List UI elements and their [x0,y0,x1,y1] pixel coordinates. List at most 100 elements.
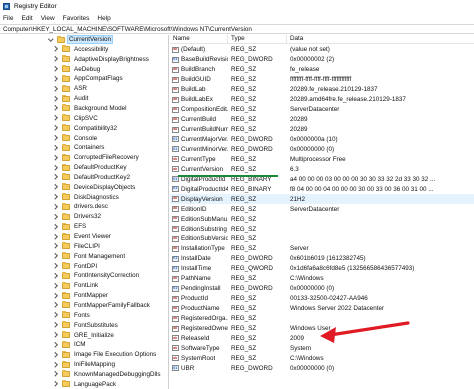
chevron-right-icon[interactable] [53,116,58,121]
tree-item[interactable]: FontMapperFamilyFallback [0,301,168,311]
value-row[interactable]: ab CompositionEdit... REG_SZ ServerDatacent… [170,105,474,115]
value-row[interactable]: ab BuildBranch REG_SZ fe_release [170,65,474,75]
tree-item[interactable]: Event Viewer [0,232,168,242]
chevron-right-icon[interactable] [53,214,58,219]
menu-favorites[interactable]: Favorites [63,15,90,22]
chevron-right-icon[interactable] [53,67,58,72]
value-row[interactable]: 01 DigitalProductId4 REG_BINARY f8 04 00 00… [170,184,474,194]
value-row[interactable]: ab BuildGUID REG_SZ ffffffff-ffff-ffff-ffff… [170,75,474,85]
value-row[interactable]: ab SystemRoot REG_SZ C:\Windows [170,353,474,363]
chevron-right-icon[interactable] [53,165,58,170]
tree-item[interactable]: ClipSVC [0,114,168,124]
tree-item[interactable]: Drivers32 [0,212,168,222]
value-row[interactable]: ab EditionID REG_SZ ServerDatacenter [170,204,474,214]
value-row[interactable]: ab CurrentType REG_SZ Multiprocessor Free [170,154,474,164]
value-row[interactable]: 01 CurrentMinorVer... REG_DWORD 0x00000000 … [170,145,474,155]
tree-item[interactable]: FileCLIPI [0,242,168,252]
tree-item[interactable]: AdaptiveDisplayBrightness [0,54,168,64]
tree-item[interactable]: ICM [0,340,168,350]
value-row[interactable]: ab RegisteredOrga... REG_SZ [170,314,474,324]
value-row[interactable]: ab ProductId REG_SZ 00133-32500-02427-AA946 [170,294,474,304]
tree-item[interactable]: AeDebug [0,64,168,74]
tree-item[interactable]: Audit [0,94,168,104]
tree-item[interactable]: FontSubstitutes [0,320,168,330]
chevron-right-icon[interactable] [53,283,58,288]
value-row[interactable]: ab DisplayVersion REG_SZ 21H2 [170,194,474,205]
chevron-right-icon[interactable] [53,254,58,259]
key-tree-pane[interactable]: CurrentVersion Accessibility AdaptiveDispl… [0,35,169,389]
value-row[interactable]: ab InstallationType REG_SZ Server [170,244,474,254]
tree-item[interactable]: KnownManagedDebuggingDlls [0,370,168,380]
chevron-right-icon[interactable] [53,47,58,52]
values-list-pane[interactable]: Name Type Data ab (Default) REG_SZ (value n… [170,35,474,389]
tree-item[interactable]: Fonts [0,311,168,321]
value-row[interactable]: 01BaseBuildRevision...REG_DWORD 0x0000000… [170,55,474,65]
tree-item[interactable]: Background Model [0,104,168,114]
value-row[interactable]: ab SoftwareType REG_SZ System [170,344,474,354]
chevron-right-icon[interactable] [53,293,58,298]
column-header-type[interactable]: Type [228,35,287,43]
chevron-right-icon[interactable] [53,57,58,62]
chevron-right-icon[interactable] [53,264,58,269]
chevron-right-icon[interactable] [53,333,58,338]
tree-item[interactable]: IniFileMapping [0,360,168,370]
value-row[interactable]: ab CurrentBuild REG_SZ 20289 [170,115,474,125]
chevron-right-icon[interactable] [53,136,58,141]
chevron-right-icon[interactable] [53,244,58,249]
value-row[interactable]: ab ProductName REG_SZ Windows Server 2022 D… [170,304,474,314]
value-row[interactable]: ab RegisteredOwner REG_SZ Windows User [170,324,474,334]
menu-file[interactable]: File [3,15,13,22]
chevron-right-icon[interactable] [53,185,58,190]
tree-item[interactable]: CorruptedFileRecovery [0,153,168,163]
chevron-right-icon[interactable] [53,145,58,150]
chevron-right-icon[interactable] [53,155,58,160]
value-row[interactable]: ab EditionSubstring REG_SZ [170,224,474,234]
chevron-right-icon[interactable] [53,195,58,200]
value-row[interactable]: ab EditionSubManu... REG_SZ [170,214,474,224]
column-header-data[interactable]: Data [287,35,474,43]
tree-item[interactable]: DefaultProductKey2 [0,173,168,183]
address-bar[interactable]: Computer\HKEY_LOCAL_MACHINE\SOFTWARE\Mic… [0,24,474,34]
chevron-right-icon[interactable] [53,323,58,328]
chevron-right-icon[interactable] [53,204,58,209]
tree-item[interactable]: LanguagePack [0,380,168,389]
value-row[interactable]: ab ReleaseId REG_SZ 2009 [170,334,474,344]
chevron-right-icon[interactable] [53,86,58,91]
tree-item[interactable]: FontLink [0,281,168,291]
value-row[interactable]: ab PathName REG_SZ C:\Windows [170,274,474,284]
value-row[interactable]: 01 PendingInstall REG_DWORD 0x00000000 (0) [170,284,474,294]
tree-item-root[interactable]: CurrentVersion [0,35,168,45]
chevron-right-icon[interactable] [53,372,58,377]
chevron-right-icon[interactable] [53,224,58,229]
chevron-right-icon[interactable] [53,96,58,101]
chevron-right-icon[interactable] [53,342,58,347]
chevron-right-icon[interactable] [53,234,58,239]
chevron-right-icon[interactable] [53,352,58,357]
chevron-right-icon[interactable] [53,76,58,81]
tree-item[interactable]: FontDPI [0,261,168,271]
chevron-right-icon[interactable] [53,382,58,387]
chevron-right-icon[interactable] [53,362,58,367]
value-row[interactable]: 01 InstallDate REG_DWORD 0x601b6019 (161238… [170,254,474,264]
value-row[interactable]: ab CurrentVersion REG_SZ 6.3 [170,164,474,174]
tree-item[interactable]: DefaultProductKey [0,163,168,173]
tree-item[interactable]: Compatibility32 [0,123,168,133]
tree-item[interactable]: DeviceDisplayObjects [0,183,168,193]
chevron-down-icon[interactable] [48,37,53,42]
tree-item[interactable]: ASR [0,84,168,94]
menu-help[interactable]: Help [97,15,110,22]
tree-item[interactable]: Containers [0,143,168,153]
tree-item[interactable]: drivers.desc [0,202,168,212]
column-header-name[interactable]: Name [170,35,228,43]
value-row[interactable]: 01 InstallTime REG_QWORD 0x1d6fa6a8c6fd8e5 … [170,264,474,274]
value-row[interactable]: 01 UBR REG_DWORD 0x00000000 (0) [170,363,474,373]
tree-item[interactable]: DiskDiagnostics [0,192,168,202]
tree-item[interactable]: FontIntensityCorrection [0,271,168,281]
tree-item[interactable]: EFS [0,222,168,232]
chevron-right-icon[interactable] [53,303,58,308]
tree-item[interactable]: Console [0,133,168,143]
tree-item[interactable]: Font Management [0,251,168,261]
value-row[interactable]: ab BuildLabEx REG_SZ 20289.amd64fre.fe_rele… [170,95,474,105]
chevron-right-icon[interactable] [53,175,58,180]
tree-item[interactable]: GRE_Initialize [0,330,168,340]
